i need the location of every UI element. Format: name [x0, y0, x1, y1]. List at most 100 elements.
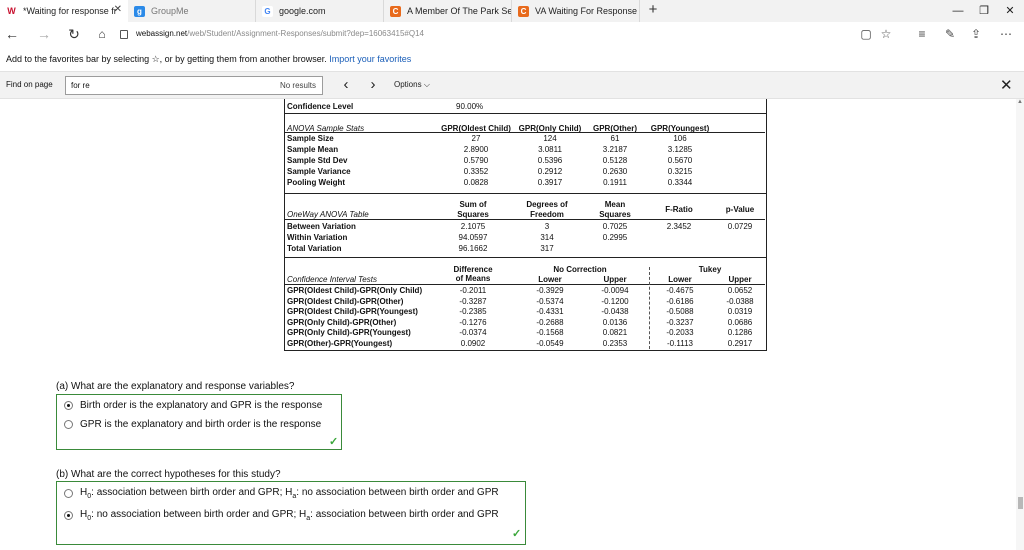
question-b-option-2[interactable]: H0: no association between birth order a… — [64, 509, 499, 522]
refresh-icon[interactable]: ↻ — [64, 24, 84, 44]
find-close-icon[interactable]: ✕ — [1000, 76, 1013, 94]
oneway-title: OneWay ANOVA Table — [287, 210, 369, 219]
import-favorites-link[interactable]: Import your favorites — [329, 54, 411, 64]
question-a-option-1[interactable]: Birth order is the explanatory and GPR i… — [64, 400, 322, 411]
close-icon[interactable]: ✕ — [114, 4, 122, 15]
tukey-lower-header: Lower — [668, 275, 692, 284]
new-tab-button[interactable]: + — [645, 1, 661, 21]
diff-cell: 0.0902 — [460, 338, 486, 348]
diff-cell: -0.3287 — [459, 296, 487, 306]
hyp-text: : no association between birth order and… — [91, 509, 307, 520]
correct-check-icon: ✓ — [512, 528, 522, 540]
scroll-up-icon[interactable]: ▲ — [1017, 99, 1023, 105]
divider — [284, 193, 767, 194]
back-icon[interactable]: ← — [2, 24, 22, 44]
tukey-upper-cell: 0.1286 — [727, 328, 753, 337]
ss-cell: 94.0597 — [458, 233, 488, 242]
tab-title: A Member Of The Park Serv — [407, 6, 511, 16]
question-a-option-2[interactable]: GPR is the explanatory and birth order i… — [64, 419, 321, 430]
nc-lower-cell: -0.4331 — [536, 307, 564, 316]
find-next-icon[interactable]: › — [364, 75, 382, 95]
nc-lower-header: Lower — [538, 275, 562, 284]
options-label: Options — [394, 80, 422, 89]
ss-cell: 2.1075 — [460, 222, 486, 231]
web-note-icon[interactable]: ✎ — [940, 24, 960, 44]
tukey-lower-cell: -0.4675 — [666, 286, 694, 295]
anova-row-label: Total Variation — [287, 244, 342, 253]
ci-row-label: GPR(Only Child)-GPR(Other) — [287, 317, 397, 327]
webassign-icon: W — [6, 5, 17, 17]
ci-row-label: GPR(Oldest Child)-GPR(Only Child) — [287, 286, 423, 295]
radio-selected[interactable] — [64, 511, 73, 520]
tukey-lower-cell: -0.6186 — [666, 296, 694, 306]
hub-icon[interactable]: ≡ — [912, 24, 932, 44]
tab-chegg-2[interactable]: C VA Waiting For Response Fr — [512, 0, 640, 22]
scrollbar-thumb[interactable] — [1018, 497, 1023, 509]
ss-header: Sum of Squares — [448, 200, 498, 220]
stat-cell: 0.3215 — [667, 167, 693, 176]
diff-header-line2: of Means — [455, 274, 491, 283]
ms-header-line1: Mean — [604, 200, 626, 209]
diff-header: Difference of Means — [445, 265, 501, 283]
nc-lower-cell: -0.1568 — [536, 328, 564, 337]
stat-cell: 3.1285 — [667, 145, 693, 154]
stat-row-label: Sample Variance — [287, 167, 351, 176]
scrollbar[interactable]: ▲ — [1016, 99, 1024, 550]
tab-webassign[interactable]: W *Waiting for response fr ✕ — [0, 0, 128, 22]
find-results: No results — [279, 81, 316, 90]
tab-chegg-1[interactable]: C A Member Of The Park Serv — [384, 0, 512, 22]
tukey-lower-cell: -0.1113 — [667, 338, 693, 348]
df-header: Degrees of Freedom — [518, 200, 576, 220]
stat-cell: 0.2630 — [602, 167, 628, 176]
df-cell: 317 — [540, 244, 554, 253]
tukey-lower-cell: -0.2033 — [666, 328, 694, 337]
find-bar: Find on page for re No results ‹ › Optio… — [0, 71, 1024, 99]
tab-google[interactable]: G google.com — [256, 0, 384, 22]
tab-groupme[interactable]: g GroupMe — [128, 0, 256, 22]
stat-row-label: Sample Std Dev — [287, 156, 348, 165]
nc-lower-cell: -0.0549 — [536, 338, 564, 348]
close-window-button[interactable]: ✕ — [992, 0, 1024, 22]
more-icon[interactable]: ⋯ — [996, 24, 1016, 44]
tukey-upper-cell: 0.0686 — [727, 317, 753, 327]
ci-row-label: GPR(Oldest Child)-GPR(Youngest) — [287, 307, 418, 316]
tab-title: GroupMe — [151, 6, 189, 16]
favorite-star-icon[interactable]: ☆ — [876, 24, 896, 44]
reading-view-icon[interactable]: ▢ — [856, 24, 876, 44]
ss-header-line2: Squares — [457, 210, 489, 219]
stat-cell: 0.5128 — [602, 156, 628, 165]
nc-upper-cell: 0.2353 — [602, 338, 628, 348]
diff-cell: -0.1276 — [459, 317, 487, 327]
radio-unselected[interactable] — [64, 420, 73, 429]
tukey-upper-cell: 0.0319 — [727, 307, 753, 316]
nc-upper-cell: 0.0136 — [602, 317, 628, 327]
divider — [285, 284, 765, 285]
nc-upper-cell: -0.1200 — [601, 296, 629, 306]
find-input[interactable]: for re No results — [65, 76, 323, 95]
stat-cell: 106 — [673, 134, 687, 143]
stat-cell: 61 — [610, 134, 620, 143]
question-b-option-1[interactable]: H0: association between birth order and … — [64, 487, 499, 500]
home-icon[interactable]: ⌂ — [92, 24, 112, 44]
nc-upper-cell: -0.0094 — [601, 286, 629, 295]
confidence-value: 90.00% — [456, 102, 484, 111]
find-query: for re — [71, 81, 90, 90]
forward-icon[interactable]: → — [34, 24, 54, 44]
stat-cell: 0.1911 — [603, 178, 627, 187]
stat-cell: 3.0811 — [538, 145, 562, 154]
favorites-message: Add to the favorites bar by selecting ☆,… — [6, 54, 327, 64]
ms-header-line2: Squares — [599, 210, 631, 219]
df-cell: 3 — [544, 222, 550, 231]
radio-unselected[interactable] — [64, 489, 73, 498]
df-header-line1: Degrees of — [526, 200, 568, 209]
divider — [649, 267, 650, 349]
lock-icon — [120, 29, 128, 39]
radio-selected[interactable] — [64, 401, 73, 410]
find-previous-icon[interactable]: ‹ — [337, 75, 355, 95]
share-icon[interactable]: ⇪ — [966, 24, 986, 44]
find-options-button[interactable]: Options ⌵ — [394, 80, 430, 90]
stat-cell: 0.5670 — [667, 156, 693, 165]
address-bar[interactable]: webassign.net/web/Student/Assignment-Res… — [120, 26, 820, 42]
address-host: webassign.net — [136, 29, 188, 38]
ci-row-label: GPR(Only Child)-GPR(Youngest) — [287, 328, 411, 337]
